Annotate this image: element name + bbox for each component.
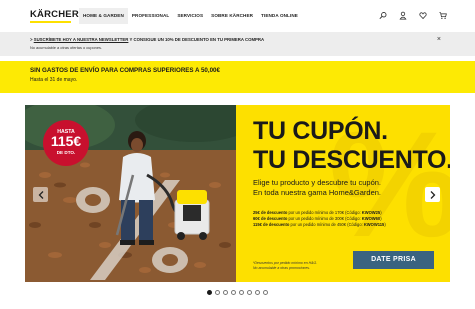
slider-dot[interactable] (231, 290, 236, 295)
slider-dots (207, 290, 268, 295)
offer-end: ) (384, 222, 386, 227)
shipping-banner: SIN GASTOS DE ENVÍO PARA COMPRAS SUPERIO… (0, 61, 475, 93)
newsletter-link[interactable]: SUSCRÍBETE HOY A NUESTRA NEWSLETTER (34, 37, 129, 42)
offer-amount: 60€ de descuento (253, 216, 288, 221)
discount-badge: HASTA 115€ DE DTO. (43, 120, 89, 166)
slider-next-button[interactable] (425, 187, 440, 202)
footnote-line2: No acumulable a otras promociones. (253, 266, 311, 270)
newsletter-message: > SUSCRÍBETE HOY A NUESTRA NEWSLETTER Y … (30, 37, 264, 42)
slider-dot[interactable] (255, 290, 260, 295)
shipping-subtitle: Hasta el 31 de mayo. (30, 77, 78, 83)
offer-end: ) (380, 210, 382, 215)
hero-subtitle-line1: Elige tu producto y descubre tu cupón. (253, 178, 381, 187)
discount-offers: 25€ de descuento por un pedido mínimo de… (253, 210, 386, 228)
newsletter-note: No acumulable a otras ofertas o cupones. (30, 45, 103, 50)
newsletter-offer-text: Y CONSIGUE UN 10% DE DESCUENTO EN TU PRI… (128, 37, 265, 42)
hero-title-line2: TU DESCUENTO. (253, 146, 450, 174)
slider-dot[interactable] (239, 290, 244, 295)
offer-amount: 25€ de descuento (253, 210, 288, 215)
offer-condition: por un pedido mínimo de 450€ (Código: (289, 222, 364, 227)
heart-icon[interactable] (419, 11, 427, 20)
offer-end: ) (380, 216, 382, 221)
hero-title-line1: TU CUPÓN. (253, 117, 388, 145)
hero-promo-panel: % TU CUPÓN. TU DESCUENTO. Elige tu produ… (236, 105, 450, 282)
nav-servicios[interactable]: SERVICIOS (173, 8, 207, 24)
chevron-right-icon (430, 190, 435, 199)
slider-prev-button[interactable] (33, 187, 48, 202)
offer-condition: por un pedido mínimo de 300€ (Código: (287, 216, 362, 221)
offer-line: 115€ de descuento por un pedido mínimo d… (253, 222, 386, 228)
karcher-logo[interactable]: KÄRCHER (30, 9, 79, 24)
slider-dot[interactable] (207, 290, 212, 295)
offer-code: KWOW25 (361, 210, 381, 215)
hero-footnote: *Descuentos por pedido mínimo en H&G. No… (253, 261, 317, 271)
date-prisa-button[interactable]: DATE PRISA (353, 251, 434, 269)
offer-amount: 115€ de descuento (253, 222, 290, 227)
header-icons (379, 11, 447, 20)
badge-amount: 115€ (50, 133, 82, 149)
chevron-left-icon (38, 190, 43, 199)
hero-slider: % TU CUPÓN. TU DESCUENTO. Elige tu produ… (25, 105, 450, 282)
newsletter-banner: > SUSCRÍBETE HOY A NUESTRA NEWSLETTER Y … (0, 32, 475, 56)
search-icon[interactable] (379, 11, 387, 20)
nav-professional[interactable]: PROFESSIONAL (128, 8, 173, 24)
logo-text: KÄRCHER (30, 9, 79, 20)
nav-sobre-karcher[interactable]: SOBRE KÄRCHER (207, 8, 257, 24)
offer-condition: por un pedido mínimo de 170€ (Código: (287, 210, 362, 215)
close-icon[interactable]: × (437, 36, 441, 43)
hero-subtitle-line2: En toda nuestra gama Home&Garden. (253, 188, 381, 197)
main-nav: HOME & GARDEN PROFESSIONAL SERVICIOS SOB… (79, 8, 302, 24)
slider-dot[interactable] (247, 290, 252, 295)
offer-code: KWOW115 (363, 222, 385, 227)
badge-bottom-text: DE DTO. (56, 150, 76, 155)
offer-code: KWOW60 (361, 216, 381, 221)
slider-dot[interactable] (223, 290, 228, 295)
cart-icon[interactable] (439, 11, 447, 20)
nav-home-garden[interactable]: HOME & GARDEN (79, 8, 128, 24)
nav-tienda-online[interactable]: TIENDA ONLINE (257, 8, 302, 24)
shipping-title: SIN GASTOS DE ENVÍO PARA COMPRAS SUPERIO… (30, 67, 220, 74)
user-icon[interactable] (399, 11, 407, 20)
logo-underline (30, 21, 71, 23)
slider-dot[interactable] (263, 290, 268, 295)
site-header: KÄRCHER HOME & GARDEN PROFESSIONAL SERVI… (0, 0, 475, 32)
slider-dot[interactable] (215, 290, 220, 295)
